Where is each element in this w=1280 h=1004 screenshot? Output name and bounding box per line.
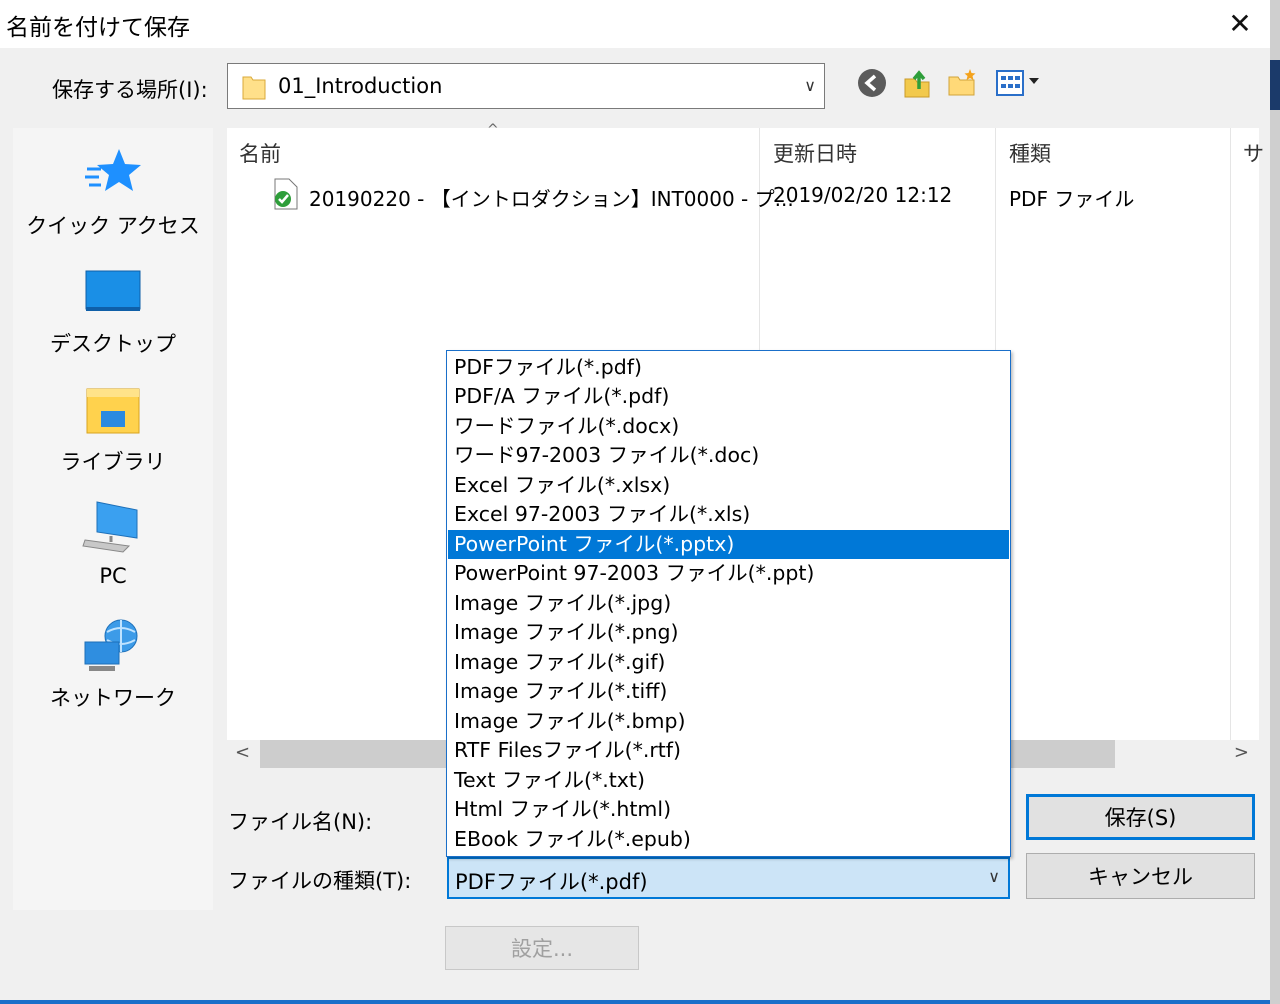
dropdown-option[interactable]: ワード97-2003 ファイル(*.doc) [448, 441, 1009, 470]
view-menu-icon [996, 70, 1039, 96]
dropdown-option[interactable]: PowerPoint 97-2003 ファイル(*.ppt) [448, 559, 1009, 588]
new-folder-icon [948, 69, 976, 96]
column-header-type[interactable]: 種類 [1009, 138, 1051, 168]
lookin-value: 01_Introduction [278, 74, 443, 98]
scroll-right-icon[interactable]: > [1234, 742, 1249, 763]
place-network[interactable]: ネットワーク [13, 618, 213, 712]
filename-label: ファイル名(N): [228, 810, 373, 834]
close-icon: ✕ [1228, 6, 1252, 40]
close-button[interactable]: ✕ [1210, 0, 1270, 46]
up-folder-icon [904, 70, 930, 98]
dropdown-option[interactable]: PDF/A ファイル(*.pdf) [448, 382, 1009, 411]
title-bar: 名前を付けて保存 ✕ [0, 0, 1270, 48]
dropdown-option[interactable]: Excel 97-2003 ファイル(*.xls) [448, 500, 1009, 529]
column-header-name[interactable]: 名前 [239, 138, 281, 168]
background-window-edge [1270, 0, 1280, 1004]
up-folder-button[interactable] [900, 66, 934, 100]
desktop-icon [85, 270, 141, 311]
dropdown-option[interactable]: RTF Filesファイル(*.rtf) [448, 736, 1009, 765]
library-icon [86, 388, 140, 434]
dropdown-option[interactable]: Excel ファイル(*.xlsx) [448, 471, 1009, 500]
lookin-label: 保存する場所(I): [52, 78, 208, 102]
place-label: ネットワーク [50, 686, 176, 710]
back-button[interactable] [855, 66, 889, 100]
dropdown-option[interactable]: Image ファイル(*.jpg) [448, 589, 1009, 618]
places-bar: クイック アクセス デスクトップ ライブラリ PC ネットワーク [13, 128, 213, 910]
dropdown-option-highlighted[interactable]: PowerPoint ファイル(*.pptx) [448, 530, 1009, 559]
place-pc[interactable]: PC [13, 500, 213, 588]
chevron-down-icon: ∨ [804, 76, 816, 95]
scroll-left-icon[interactable]: < [235, 742, 250, 763]
folder-icon [242, 76, 266, 100]
cancel-button[interactable]: キャンセル [1026, 853, 1255, 899]
dropdown-option[interactable]: Text ファイル(*.txt) [448, 766, 1009, 795]
dropdown-option[interactable]: Image ファイル(*.bmp) [448, 707, 1009, 736]
dropdown-option[interactable]: ワードファイル(*.docx) [448, 412, 1009, 441]
network-icon [84, 619, 138, 671]
place-label: デスクトップ [50, 332, 176, 356]
star-icon [85, 149, 141, 191]
file-row-type: PDF ファイル [1009, 187, 1135, 211]
column-header-date[interactable]: 更新日時 [773, 138, 857, 168]
filetype-label: ファイルの種類(T): [228, 869, 412, 893]
window-title: 名前を付けて保存 [6, 15, 190, 41]
filetype-select[interactable]: PDFファイル(*.pdf) ∨ [447, 857, 1010, 899]
place-label: ライブラリ [60, 450, 166, 474]
filetype-dropdown-list[interactable]: PDFファイル(*.pdf) PDF/A ファイル(*.pdf) ワードファイル… [446, 350, 1011, 857]
dropdown-option[interactable]: Image ファイル(*.gif) [448, 648, 1009, 677]
settings-button[interactable]: 設定... [445, 926, 639, 970]
view-menu-button[interactable] [993, 66, 1043, 100]
sort-ascending-icon: ^ [487, 122, 499, 138]
lookin-combo[interactable]: 01_Introduction ∨ [227, 63, 825, 109]
dropdown-option[interactable]: Html ファイル(*.html) [448, 795, 1009, 824]
column-divider[interactable] [1230, 128, 1231, 740]
dropdown-option[interactable]: PDFファイル(*.pdf) [448, 353, 1009, 382]
place-quick-access[interactable]: クイック アクセス [13, 146, 213, 240]
chevron-down-icon: ∨ [988, 867, 1000, 886]
place-label: PC [99, 564, 127, 588]
place-desktop[interactable]: デスクトップ [13, 264, 213, 358]
back-arrow-icon [858, 69, 886, 97]
dropdown-option[interactable]: Image ファイル(*.png) [448, 618, 1009, 647]
computer-icon [82, 501, 138, 553]
window-border [0, 1000, 1270, 1004]
pdf-file-icon [274, 178, 298, 210]
file-row-name[interactable]: 20190220 - 【イントロダクション】INT0000 - プ... [309, 183, 794, 212]
column-header-size[interactable]: サ [1243, 138, 1264, 168]
file-row-date: 2019/02/20 12:12 [773, 183, 953, 207]
place-library[interactable]: ライブラリ [13, 382, 213, 476]
dropdown-option[interactable]: Image ファイル(*.tiff) [448, 677, 1009, 706]
new-folder-button[interactable] [945, 66, 979, 100]
filetype-value: PDFファイル(*.pdf) [455, 870, 648, 894]
place-label: クイック アクセス [26, 214, 200, 238]
save-button[interactable]: 保存(S) [1026, 794, 1255, 840]
dropdown-option[interactable]: EBook ファイル(*.epub) [448, 825, 1009, 854]
